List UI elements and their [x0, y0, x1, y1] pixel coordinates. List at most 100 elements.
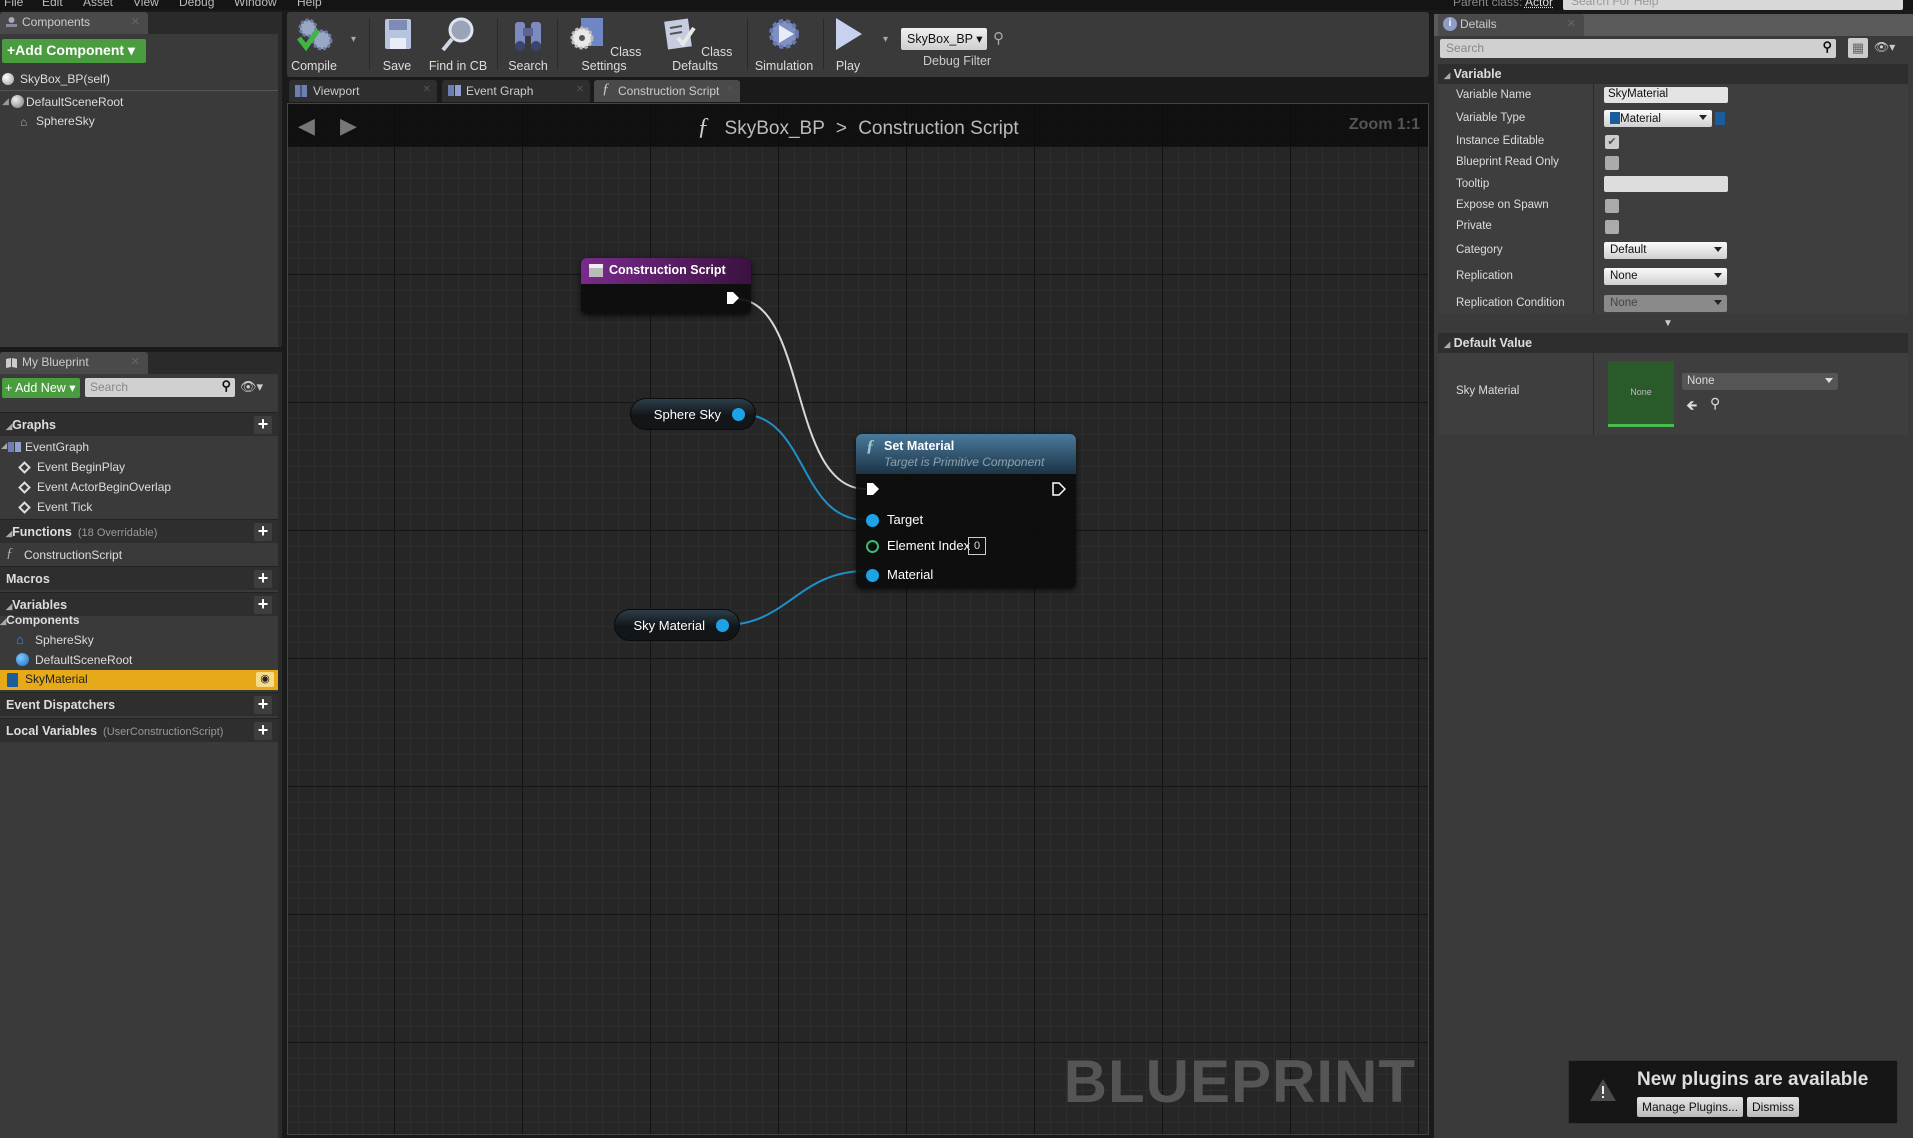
tab-components[interactable]: Components ✕: [0, 12, 148, 34]
replication-dropdown[interactable]: None: [1604, 268, 1727, 285]
sphere-sky-getter-node[interactable]: Sphere Sky: [630, 398, 756, 430]
replication-condition-dropdown[interactable]: None: [1604, 295, 1727, 312]
visibility-eye-icon[interactable]: 👁▾: [240, 379, 263, 395]
my-blueprint-search-input[interactable]: Search ⚲: [85, 378, 235, 397]
browse-search-icon[interactable]: ⚲: [1710, 395, 1720, 412]
add-function-button[interactable]: +: [254, 522, 272, 541]
add-local-variable-button[interactable]: +: [254, 721, 272, 740]
variable-type-dropdown[interactable]: Material: [1604, 110, 1712, 127]
exec-out-pin[interactable]: [726, 291, 740, 305]
category-dropdown[interactable]: Default: [1604, 242, 1727, 259]
menu-debug[interactable]: Debug: [179, 0, 214, 9]
section-local-variables[interactable]: Local Variables (UserConstructionScript) +: [0, 718, 278, 742]
element-index-input[interactable]: 0: [968, 537, 986, 555]
menu-asset[interactable]: Asset: [83, 0, 113, 9]
simulation-button[interactable]: Simulation: [753, 16, 815, 74]
graph-item-eventgraph[interactable]: ◢ EventGraph: [0, 440, 89, 454]
add-graph-button[interactable]: +: [254, 415, 272, 434]
set-material-node[interactable]: ƒ Set Material Target is Primitive Compo…: [856, 434, 1076, 588]
exec-in-pin[interactable]: [866, 482, 880, 496]
menu-window[interactable]: Window: [234, 0, 277, 9]
output-pin[interactable]: [716, 619, 729, 632]
visibility-eye-icon[interactable]: ◉: [256, 672, 274, 687]
instance-editable-checkbox[interactable]: ✔: [1605, 135, 1619, 149]
container-type-icon[interactable]: [1715, 112, 1725, 125]
compile-options-dropdown[interactable]: ▾: [351, 34, 356, 45]
material-pin[interactable]: [866, 569, 879, 582]
tooltip-input[interactable]: [1604, 176, 1728, 192]
private-checkbox[interactable]: [1605, 220, 1619, 234]
component-tree-item[interactable]: ⌂ SphereSky: [0, 114, 95, 129]
property-matrix-icon[interactable]: ▦: [1848, 38, 1868, 58]
event-item[interactable]: Event ActorBeginOverlap: [0, 480, 171, 494]
asset-picker-dropdown[interactable]: None: [1682, 373, 1838, 390]
variable-item[interactable]: DefaultSceneRoot: [0, 653, 132, 667]
section-functions[interactable]: ◢Functions (18 Overridable) +: [0, 519, 278, 543]
play-options-dropdown[interactable]: ▾: [883, 34, 888, 45]
expose-on-spawn-checkbox[interactable]: [1605, 199, 1619, 213]
help-search-input[interactable]: Search For Help: [1563, 0, 1903, 10]
event-item[interactable]: Event Tick: [0, 500, 92, 514]
visibility-eye-icon[interactable]: 👁▾: [1874, 40, 1895, 54]
category-components[interactable]: ◢Components: [0, 613, 80, 627]
close-icon[interactable]: ✕: [1567, 17, 1576, 30]
class-defaults-button[interactable]: Class Defaults: [653, 16, 737, 74]
asset-thumbnail[interactable]: None: [1608, 361, 1674, 427]
close-icon[interactable]: ✕: [423, 84, 431, 95]
event-item[interactable]: Event BeginPlay: [0, 460, 125, 474]
close-icon[interactable]: ✕: [576, 84, 584, 95]
add-new-button[interactable]: + Add New ▾: [2, 378, 80, 398]
section-macros[interactable]: Macros +: [0, 566, 278, 590]
blueprint-graph-canvas[interactable]: ◀ ▶ ƒ SkyBox_BP > Construction Script Zo…: [287, 103, 1429, 1135]
add-variable-button[interactable]: +: [254, 595, 272, 614]
section-variable[interactable]: ◢ Variable: [1438, 64, 1908, 84]
debug-object-dropdown[interactable]: SkyBox_BP ▾: [901, 28, 987, 50]
dismiss-button[interactable]: Dismiss: [1747, 1097, 1799, 1117]
menu-view[interactable]: View: [133, 0, 159, 9]
function-item-construction-script[interactable]: ƒ ConstructionScript: [0, 546, 122, 562]
manage-plugins-button[interactable]: Manage Plugins...: [1637, 1097, 1744, 1117]
expand-arrow-icon[interactable]: ◢: [2, 96, 9, 107]
menu-help[interactable]: Help: [297, 0, 322, 9]
save-button[interactable]: Save: [377, 16, 417, 74]
find-in-cb-button[interactable]: Find in CB: [427, 16, 489, 74]
use-selected-arrow-icon[interactable]: 🡸: [1686, 395, 1697, 419]
exec-out-pin[interactable]: [1052, 482, 1066, 496]
menu-file[interactable]: File: [4, 0, 23, 9]
element-index-pin[interactable]: [866, 540, 879, 553]
variable-name-input[interactable]: SkyMaterial: [1604, 87, 1728, 103]
component-tree-item[interactable]: ◢ DefaultSceneRoot: [0, 95, 123, 109]
variable-item-selected[interactable]: SkyMaterial ◉: [0, 670, 278, 690]
section-graphs[interactable]: ◢Graphs +: [0, 412, 278, 436]
play-button[interactable]: Play: [828, 16, 868, 74]
section-event-dispatchers[interactable]: Event Dispatchers +: [0, 692, 278, 716]
tab-viewport[interactable]: Viewport ✕: [289, 80, 437, 102]
search-button[interactable]: Search: [503, 16, 553, 74]
menu-edit[interactable]: Edit: [42, 0, 63, 9]
tab-my-blueprint[interactable]: My Blueprint ✕: [0, 352, 148, 374]
expand-arrow-icon[interactable]: ◢: [1, 441, 7, 450]
section-default-value[interactable]: ◢ Default Value: [1438, 333, 1908, 353]
sky-material-getter-node[interactable]: Sky Material: [614, 609, 740, 641]
debug-search-icon[interactable]: ⚲: [993, 29, 1004, 47]
close-icon[interactable]: ✕: [726, 84, 734, 95]
close-icon[interactable]: ✕: [131, 355, 140, 368]
tab-event-graph[interactable]: Event Graph ✕: [442, 80, 590, 102]
construction-script-node[interactable]: Construction Script: [581, 258, 751, 314]
parent-class-link[interactable]: Actor: [1525, 0, 1553, 9]
target-pin[interactable]: [866, 514, 879, 527]
blueprint-read-only-checkbox[interactable]: [1605, 156, 1619, 170]
tab-details[interactable]: i Details ✕: [1438, 14, 1584, 36]
add-component-button[interactable]: +Add Component ▾: [2, 39, 146, 63]
component-self[interactable]: SkyBox_BP(self): [0, 69, 278, 91]
add-macro-button[interactable]: +: [254, 569, 272, 588]
class-settings-button[interactable]: Class Settings: [563, 16, 645, 74]
variable-item[interactable]: ⌂ SphereSky: [0, 632, 94, 647]
tab-construction-script[interactable]: ƒ Construction Script ✕: [594, 80, 740, 102]
details-search-input[interactable]: Search ⚲: [1440, 39, 1836, 58]
close-icon[interactable]: ✕: [131, 15, 140, 28]
output-pin[interactable]: [732, 408, 745, 421]
advanced-expand-icon[interactable]: ▼: [1663, 318, 1673, 329]
add-dispatcher-button[interactable]: +: [254, 695, 272, 714]
compile-button[interactable]: Compile: [291, 16, 337, 74]
